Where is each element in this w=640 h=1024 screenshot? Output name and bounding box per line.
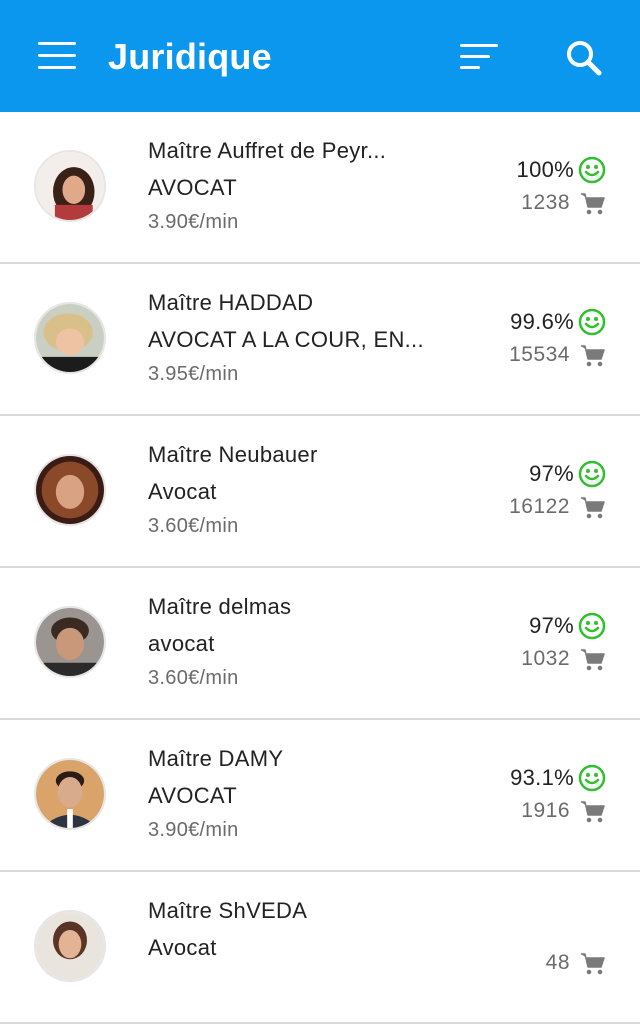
lawyer-specialty: avocat bbox=[148, 631, 215, 656]
avatar bbox=[34, 150, 106, 222]
consultation-count: 16122 bbox=[509, 495, 570, 518]
satisfaction-rating: 99.6% bbox=[510, 309, 574, 334]
consultation-count: 1916 bbox=[521, 799, 570, 822]
consultation-count: 48 bbox=[545, 951, 570, 974]
smiley-icon bbox=[578, 156, 606, 184]
consultation-count: 15534 bbox=[509, 343, 570, 366]
avatar bbox=[34, 606, 106, 678]
sort-filter-icon[interactable] bbox=[460, 44, 500, 70]
lawyer-price: 3.90€/min bbox=[148, 211, 239, 233]
list-item[interactable]: Maître delmas avocat 3.60€/min 97% 1032 bbox=[0, 568, 640, 720]
satisfaction-rating: 97% bbox=[529, 461, 574, 486]
avatar bbox=[34, 910, 106, 982]
list-item[interactable]: Maître ShVEDA Avocat 48 bbox=[0, 872, 640, 1024]
lawyer-price: 3.60€/min bbox=[148, 667, 239, 689]
cart-icon bbox=[581, 649, 605, 671]
search-icon[interactable] bbox=[564, 38, 604, 78]
avatar bbox=[34, 758, 106, 830]
satisfaction-rating: 93.1% bbox=[510, 765, 574, 790]
consultation-count: 1238 bbox=[521, 191, 570, 214]
lawyer-name: Maître HADDAD bbox=[148, 290, 314, 315]
page-title: Juridique bbox=[108, 36, 272, 77]
cart-icon bbox=[581, 193, 605, 215]
list-item[interactable]: Maître HADDAD AVOCAT A LA COUR, EN... 3.… bbox=[0, 264, 640, 416]
app-bar: Juridique bbox=[0, 0, 640, 112]
lawyer-name: Maître Neubauer bbox=[148, 442, 318, 467]
cart-icon bbox=[581, 801, 605, 823]
lawyer-specialty: Avocat bbox=[148, 935, 217, 960]
cart-icon bbox=[581, 345, 605, 367]
smiley-icon bbox=[578, 764, 606, 792]
list-item[interactable]: Maître Neubauer Avocat 3.60€/min 97% 161… bbox=[0, 416, 640, 568]
lawyer-name: Maître ShVEDA bbox=[148, 898, 308, 923]
avatar bbox=[34, 454, 106, 526]
list-item[interactable]: Maître Auffret de Peyr... AVOCAT 3.90€/m… bbox=[0, 112, 640, 264]
consultation-count: 1032 bbox=[521, 647, 570, 670]
lawyer-list: Maître Auffret de Peyr... AVOCAT 3.90€/m… bbox=[0, 112, 640, 1024]
lawyer-price: 3.60€/min bbox=[148, 515, 239, 537]
satisfaction-rating: 100% bbox=[516, 157, 574, 182]
lawyer-specialty: AVOCAT A LA COUR, EN... bbox=[148, 327, 424, 352]
lawyer-specialty: AVOCAT bbox=[148, 175, 237, 200]
cart-icon bbox=[581, 953, 605, 975]
lawyer-name: Maître delmas bbox=[148, 594, 292, 619]
cart-icon bbox=[581, 497, 605, 519]
list-item[interactable]: Maître DAMY AVOCAT 3.90€/min 93.1% 1916 bbox=[0, 720, 640, 872]
lawyer-specialty: Avocat bbox=[148, 479, 217, 504]
smiley-icon bbox=[578, 460, 606, 488]
avatar bbox=[34, 302, 106, 374]
lawyer-name: Maître Auffret de Peyr... bbox=[148, 138, 387, 163]
hamburger-menu-icon[interactable] bbox=[38, 42, 76, 70]
lawyer-specialty: AVOCAT bbox=[148, 783, 237, 808]
lawyer-name: Maître DAMY bbox=[148, 746, 284, 771]
smiley-icon bbox=[578, 308, 606, 336]
lawyer-price: 3.90€/min bbox=[148, 819, 239, 841]
smiley-icon bbox=[578, 612, 606, 640]
satisfaction-rating: 97% bbox=[529, 613, 574, 638]
lawyer-price: 3.95€/min bbox=[148, 363, 239, 385]
